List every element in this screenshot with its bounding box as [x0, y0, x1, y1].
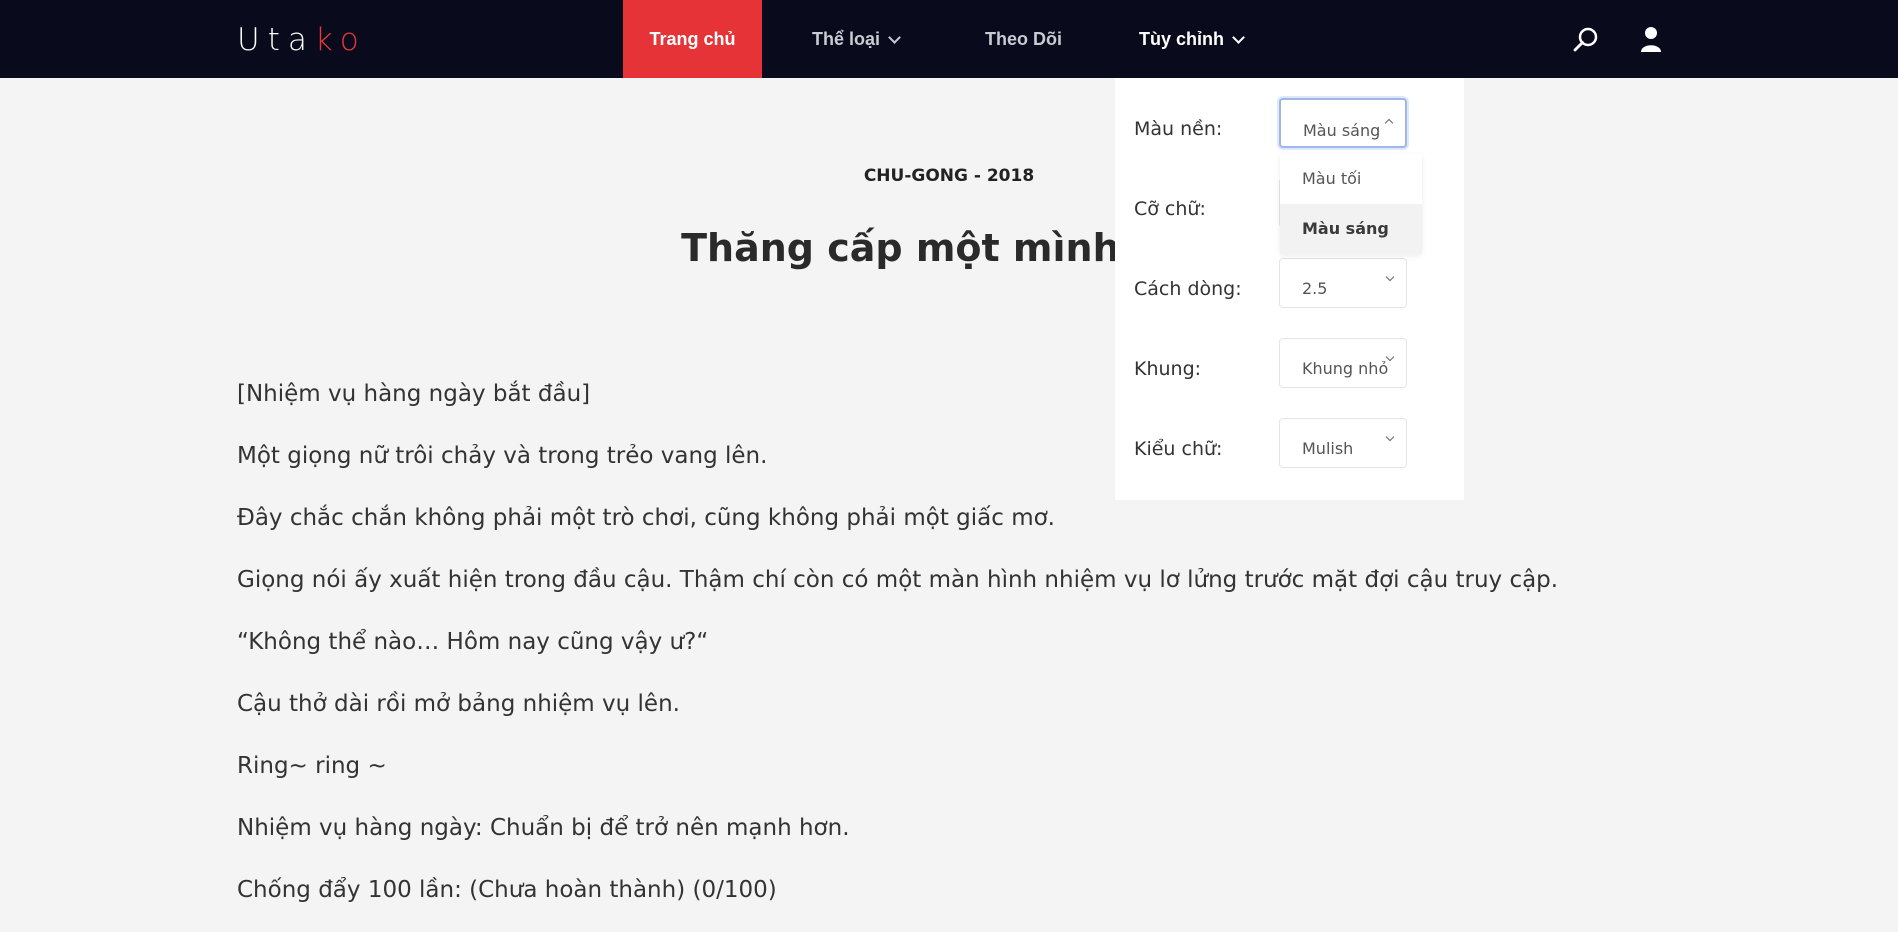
frame-select[interactable]: Khung nhỏ [1279, 338, 1407, 388]
chapter-title: Thăng cấp một mình - Ch [681, 226, 1217, 270]
background-color-dropdown: Màu tối Màu sáng [1280, 154, 1422, 254]
font-family-select[interactable]: Mulish [1279, 418, 1407, 468]
nav-genres[interactable]: Thể loại [812, 0, 901, 78]
site-logo[interactable]: Utako [237, 22, 367, 58]
nav-following[interactable]: Theo Dõi [985, 0, 1062, 78]
line-spacing-label: Cách dòng: [1134, 278, 1242, 300]
chevron-up-icon [1384, 118, 1394, 128]
nav-genres-label: Thể loại [812, 29, 881, 49]
font-family-value: Mulish [1302, 439, 1354, 458]
paragraph: Đây chắc chắn không phải một trò chơi, c… [237, 505, 1055, 531]
dropdown-option-light[interactable]: Màu sáng [1280, 204, 1422, 254]
nav-home-label: Trang chủ [649, 29, 736, 49]
chevron-down-icon [1385, 432, 1395, 442]
chevron-down-icon [1385, 272, 1395, 282]
navbar: Utako Trang chủ Thể loại Theo Dõi Tùy ch… [0, 0, 1898, 78]
paragraph: Cậu thở dài rồi mở bảng nhiệm vụ lên. [237, 691, 680, 717]
logo-text-main: Uta [237, 22, 315, 58]
frame-value: Khung nhỏ [1302, 359, 1389, 378]
search-icon[interactable] [1571, 25, 1601, 55]
background-color-select[interactable]: Màu sáng [1279, 98, 1407, 148]
paragraph: Giọng nói ấy xuất hiện trong đầu cậu. Th… [237, 567, 1559, 593]
nav-customize-label: Tùy chỉnh [1139, 29, 1224, 49]
paragraph: Nhiệm vụ hàng ngày: Chuẩn bị để trở nên … [237, 815, 850, 841]
dropdown-option-dark[interactable]: Màu tối [1280, 154, 1422, 204]
line-spacing-select[interactable]: 2.5 [1279, 258, 1407, 308]
chevron-down-icon [1232, 31, 1245, 44]
background-color-label: Màu nền: [1134, 118, 1223, 140]
logo-text-accent: ko [314, 22, 367, 58]
reading-settings-panel: Màu nền: Màu sáng Cỡ chữ: Cách dòng: 2.5… [1115, 78, 1464, 500]
background-color-value: Màu sáng [1303, 121, 1381, 140]
font-size-label: Cỡ chữ: [1134, 198, 1206, 220]
nav-following-label: Theo Dõi [985, 29, 1062, 49]
chevron-down-icon [888, 31, 901, 44]
paragraph: Chống đẩy 100 lần: (Chưa hoàn thành) (0/… [237, 877, 777, 903]
font-family-label: Kiểu chữ: [1134, 438, 1223, 460]
line-spacing-value: 2.5 [1302, 279, 1328, 298]
paragraph: Ring~ ring ~ [237, 753, 387, 779]
frame-label: Khung: [1134, 358, 1202, 380]
paragraph: “Không thể nào… Hôm nay cũng vậy ư?“ [237, 629, 709, 655]
chapter-meta: CHU-GONG - 2018 [863, 166, 1035, 186]
user-icon[interactable] [1637, 25, 1667, 55]
nav-home[interactable]: Trang chủ [623, 0, 762, 78]
nav-customize[interactable]: Tùy chỉnh [1139, 0, 1245, 78]
